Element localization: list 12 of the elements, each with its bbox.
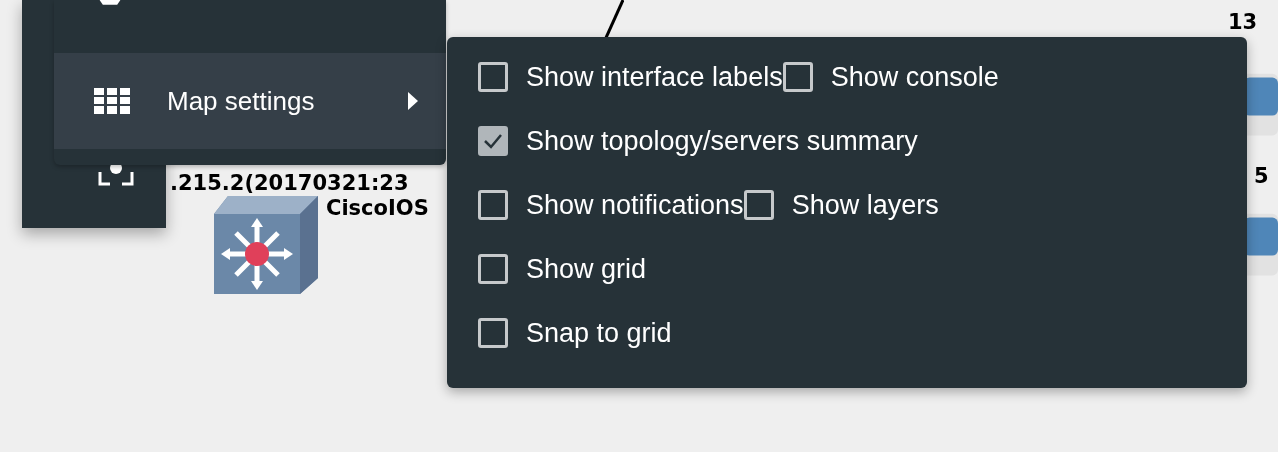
checkbox-label[interactable]: Snap to grid [526,317,672,349]
checkbox-label[interactable]: Show topology/servers summary [526,125,918,157]
checkbox-label[interactable]: Show grid [526,253,647,285]
node-label: .215.2(20170321:23 [170,171,409,196]
menu-item[interactable]: Map settings [54,53,446,149]
checkbox-label[interactable]: Show console [830,61,999,93]
checkbox-label[interactable]: Show notifications [526,189,744,221]
checkbox-label[interactable]: Show interface labels [526,61,783,93]
node-label: 5 [1254,164,1269,189]
node-label: CiscoIOS [326,196,429,221]
checkbox-label[interactable]: Show layers [791,189,939,221]
node-label: 13 [1228,10,1258,35]
